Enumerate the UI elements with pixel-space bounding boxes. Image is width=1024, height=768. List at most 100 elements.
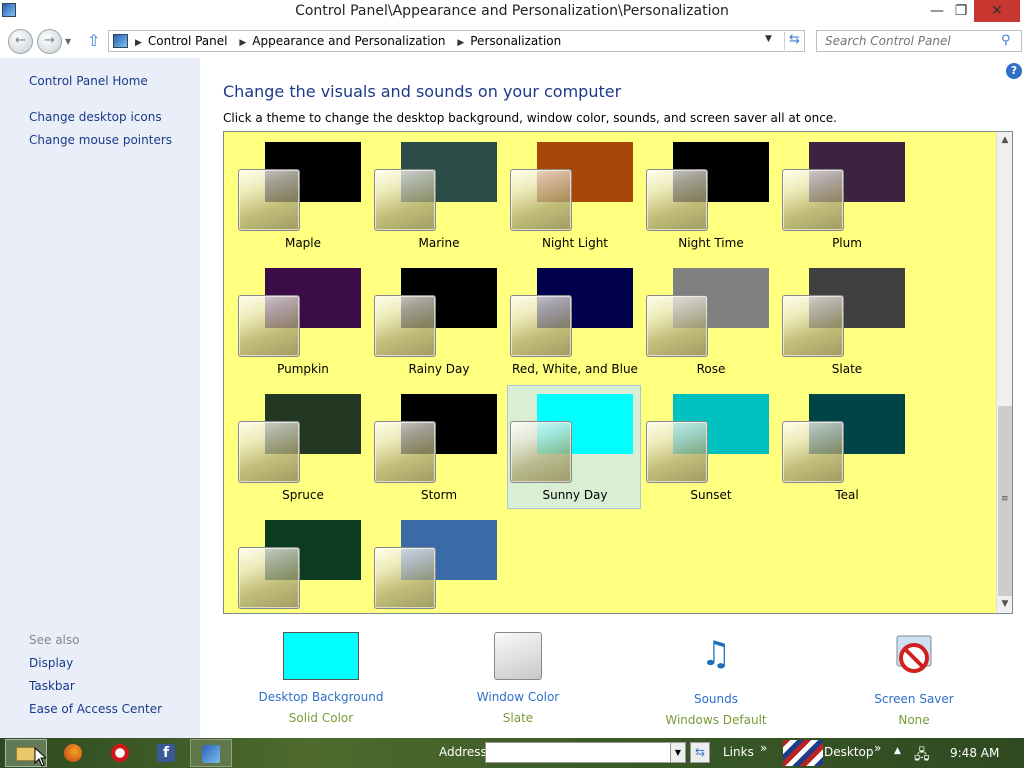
theme-name[interactable]: Marine	[372, 236, 506, 250]
theme-tile[interactable]: Windows Standard	[372, 512, 506, 613]
scroll-down-icon[interactable]: ▼	[997, 596, 1012, 613]
theme-window-color-swatch[interactable]	[238, 547, 300, 609]
theme-window-color-swatch[interactable]	[374, 169, 436, 231]
desktop-background-setting[interactable]: Desktop Background Solid Color	[241, 632, 401, 725]
sidebar-taskbar[interactable]: Taskbar	[29, 679, 75, 693]
breadcrumb-personalization[interactable]: Personalization	[470, 34, 561, 48]
theme-tile[interactable]: Pumpkin	[236, 260, 370, 384]
theme-window-color-swatch[interactable]	[374, 547, 436, 609]
theme-window-color-swatch[interactable]	[510, 169, 572, 231]
theme-window-color-swatch[interactable]	[646, 169, 708, 231]
sidebar-control-panel-home[interactable]: Control Panel Home	[29, 74, 148, 88]
theme-tile[interactable]: Marine	[372, 134, 506, 258]
theme-tile[interactable]: Maple	[236, 134, 370, 258]
theme-tile[interactable]: Night Time	[644, 134, 778, 258]
theme-window-color-swatch[interactable]	[374, 295, 436, 357]
theme-window-color-swatch[interactable]	[782, 169, 844, 231]
theme-window-color-swatch[interactable]	[646, 295, 708, 357]
theme-tile[interactable]: Wheat	[236, 512, 370, 613]
maximize-button[interactable]: ❐	[950, 0, 972, 22]
taskbar-address-input[interactable]	[485, 742, 673, 763]
theme-window-color-swatch[interactable]	[510, 421, 572, 483]
theme-name[interactable]: Rainy Day	[372, 362, 506, 376]
theme-window-color-swatch[interactable]	[238, 295, 300, 357]
theme-window-color-swatch[interactable]	[510, 295, 572, 357]
sounds-icon[interactable]: ♫	[691, 632, 741, 682]
refresh-icon[interactable]: ⇆	[784, 32, 804, 50]
taskbar-facebook-button[interactable]: f	[145, 739, 187, 767]
theme-window-color-swatch[interactable]	[646, 421, 708, 483]
sounds-link[interactable]: Sounds	[636, 692, 796, 706]
theme-name[interactable]: Night Light	[508, 236, 642, 250]
network-icon[interactable]: 🖧	[914, 744, 930, 768]
theme-tile[interactable]: Slate	[780, 260, 914, 384]
theme-tile[interactable]: Rainy Day	[372, 260, 506, 384]
desktop-chevron-icon[interactable]: »	[874, 741, 881, 755]
theme-tile[interactable]: Spruce	[236, 386, 370, 510]
theme-name[interactable]: Teal	[780, 488, 914, 502]
search-box[interactable]: ⚲	[816, 30, 1022, 52]
recent-pages-dropdown-icon[interactable]: ▼	[65, 37, 71, 46]
theme-window-color-swatch[interactable]	[238, 421, 300, 483]
theme-window-color-swatch[interactable]	[782, 295, 844, 357]
breadcrumb-appearance[interactable]: Appearance and Personalization	[252, 34, 445, 48]
address-bar[interactable]: ▶ Control Panel ▶ Appearance and Personali…	[108, 30, 805, 52]
theme-name[interactable]: Spruce	[236, 488, 370, 502]
sounds-setting[interactable]: ♫ Sounds Windows Default	[636, 632, 796, 727]
theme-tile[interactable]: Teal	[780, 386, 914, 510]
flag-icon[interactable]	[783, 740, 823, 766]
show-hidden-icons-icon[interactable]: ▲	[894, 746, 901, 756]
sidebar-display[interactable]: Display	[29, 656, 73, 670]
window-color-setting[interactable]: Window Color Slate	[438, 632, 598, 725]
help-icon[interactable]: ?	[1006, 63, 1022, 79]
breadcrumb-control-panel[interactable]: Control Panel	[148, 34, 228, 48]
taskbar-go-icon[interactable]: ⇆	[690, 742, 710, 763]
theme-name[interactable]: Rose	[644, 362, 778, 376]
minimize-button[interactable]: —	[926, 0, 948, 22]
search-input[interactable]	[825, 33, 995, 49]
theme-tile[interactable]: Sunset	[644, 386, 778, 510]
links-chevron-icon[interactable]: »	[760, 741, 767, 755]
forward-button[interactable]: →	[37, 29, 62, 54]
theme-name[interactable]: Sunny Day	[508, 488, 642, 502]
taskbar-address-dropdown-icon[interactable]: ▼	[670, 742, 686, 763]
theme-name[interactable]: Sunset	[644, 488, 778, 502]
window-color-link[interactable]: Window Color	[438, 690, 598, 704]
scrollbar-thumb[interactable]: ≡	[998, 406, 1012, 596]
theme-tile[interactable]: Storm	[372, 386, 506, 510]
close-button[interactable]: ✕	[974, 0, 1020, 22]
theme-name[interactable]: Slate	[780, 362, 914, 376]
theme-tile[interactable]: Night Light	[508, 134, 642, 258]
taskbar-firefox-button[interactable]	[52, 739, 94, 767]
breadcrumb-separator-icon[interactable]: ▶	[135, 38, 142, 48]
taskbar-clock[interactable]: 9:48 AM	[950, 746, 999, 760]
up-button[interactable]: ⇧	[87, 31, 100, 50]
theme-name[interactable]: Maple	[236, 236, 370, 250]
breadcrumb-separator-icon[interactable]: ▶	[239, 38, 246, 48]
theme-window-color-swatch[interactable]	[782, 421, 844, 483]
breadcrumb-separator-icon[interactable]: ▶	[457, 38, 464, 48]
theme-tile[interactable]: Rose	[644, 260, 778, 384]
theme-name[interactable]: Plum	[780, 236, 914, 250]
back-button[interactable]: ←	[8, 29, 33, 54]
search-icon[interactable]: ⚲	[1001, 33, 1011, 48]
theme-tile[interactable]: Sunny Day	[507, 385, 641, 509]
theme-window-color-swatch[interactable]	[374, 421, 436, 483]
address-dropdown-icon[interactable]: ▼	[765, 34, 772, 44]
theme-window-color-swatch[interactable]	[238, 169, 300, 231]
screen-saver-link[interactable]: Screen Saver	[834, 692, 994, 706]
theme-tile[interactable]: Red, White, and Blue	[508, 260, 642, 384]
screen-saver-setting[interactable]: Screen Saver None	[834, 632, 994, 727]
theme-name[interactable]: Storm	[372, 488, 506, 502]
theme-list-scrollbar[interactable]: ▲ ≡ ▼	[996, 132, 1012, 613]
screen-saver-icon[interactable]	[889, 632, 939, 682]
desktop-background-preview[interactable]	[283, 632, 359, 680]
window-color-preview[interactable]	[494, 632, 542, 680]
sidebar-change-mouse-pointers[interactable]: Change mouse pointers	[29, 133, 172, 147]
taskbar-control-panel-button[interactable]	[190, 739, 232, 767]
taskbar-desktop-toolbar[interactable]: Desktop	[824, 745, 874, 759]
theme-tile[interactable]: Plum	[780, 134, 914, 258]
desktop-background-link[interactable]: Desktop Background	[241, 690, 401, 704]
sidebar-change-desktop-icons[interactable]: Change desktop icons	[29, 110, 162, 124]
sidebar-ease-of-access-center[interactable]: Ease of Access Center	[29, 702, 162, 716]
